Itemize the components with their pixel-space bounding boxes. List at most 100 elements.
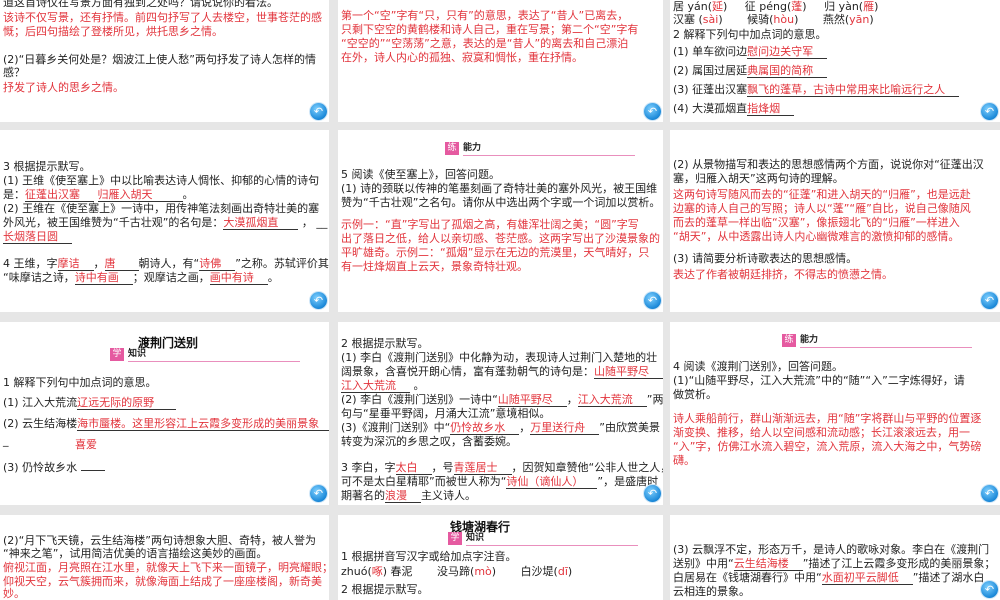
answer-text: 该诗不仅写景，还有抒情。前四句抒写了人去楼空，世事苍茫的感 xyxy=(3,11,322,24)
question-text: 2 解释下列句中加点词的意思。 xyxy=(673,28,827,41)
question-text: (1) 王维《使至塞上》中以比喻表达诗人惆怅、抑郁的心情的诗句 xyxy=(3,174,320,187)
return-button[interactable]: ↶ xyxy=(644,103,661,120)
slide-qiantanghu-vocab: 钱塘湖春行 学知识 1 根据拼音写汉字或给加点字注音。 zhuó(啄) 春泥 没… xyxy=(338,515,663,600)
vocab-item: (3) 仍怜故乡水 xyxy=(3,461,105,474)
return-button[interactable]: ↶ xyxy=(981,485,998,502)
question-text: 1 根据拼音写汉字或给加点字注音。 xyxy=(341,550,517,563)
question-text: 塞，归雁入胡天”这两句诗的理解。 xyxy=(673,172,844,185)
fill-blank-line: 可不是太白星精耶”而被世人称为“诗仙（谪仙人） ”，是盛唐时 xyxy=(341,475,659,489)
answer-text: 有一炷烽烟直上云天，景象奇特壮观。 xyxy=(341,260,528,273)
fill-blank-line: (3)《渡荆门送别》中“仍怜故乡水 ，万里送行舟 ”由欣赏美景 xyxy=(341,421,660,435)
section-header-ability: 练能力 xyxy=(445,142,635,156)
fill-blank-line: 阔景象，含喜悦开朗心情，富有蓬勃朝气的诗句是：山随平野尽 ， xyxy=(341,365,663,379)
answer-text: 平旷雄奇。示例二：“孤烟”显示在无边的荒漠里，天气晴好，只 xyxy=(341,246,650,259)
answer-text: 妙。 xyxy=(3,587,25,600)
fill-blank-line: 期著名的浪漫 主义诗人。 xyxy=(341,489,476,503)
fill-blank-line: (2) 李白《渡荆门送别》一诗中“山随平野尽 ，江入大荒流 ”两 xyxy=(341,393,663,407)
return-button[interactable]: ↶ xyxy=(981,103,998,120)
answer-text: 只剩下空空的黄鹤楼和诗人自己，重在写景；第二个“空”字有 xyxy=(341,23,639,36)
return-icon: ↶ xyxy=(647,294,658,307)
answer-text: 渐变换、推移，给人以空间感和流动感；长江滚滚远去，用一 xyxy=(673,426,970,439)
return-button[interactable]: ↶ xyxy=(310,292,327,309)
slide-reading-shizhisaishang: 练能力 5 阅读《使至塞上》，回答问题。 (1) 诗的颈联以传神的笔墨刻画了奇特… xyxy=(338,130,663,312)
answer-text: 诗人乘船前行，群山渐渐远去，用“随”字将群山与平野的位置逐 xyxy=(673,412,982,425)
answer-text: 而去的蓬草一样出临“汉塞”，像振翅北飞的“归雁”一样进入 xyxy=(673,216,960,229)
section-badge: 练 xyxy=(782,334,796,347)
slide-dujingmen-reading: 练能力 4 阅读《渡荆门送别》，回答问题。 (1)“山随平野尽，江入大荒流”中的… xyxy=(670,322,1000,505)
fill-blank-line: 白居易在《钱塘湖春行》中用“水面初平云脚低 ”描述了湖水白 xyxy=(673,571,985,585)
answer-text: “胡天”，从中透露出诗人内心幽微难言的激愤抑郁的感情。 xyxy=(673,230,960,243)
fill-blank-line: 江入大荒流 。 xyxy=(341,379,425,393)
answer-text: 礴。 xyxy=(673,454,695,467)
question-text: (3) 云飘浮不定，形态万千，是诗人的歌咏对象。李白在《渡荆门 xyxy=(673,543,990,556)
return-icon: ↶ xyxy=(313,294,324,307)
answer-text: 抒发了诗人的思乡之情。 xyxy=(3,81,124,94)
answer-text: 出了落日之低，给人以亲切感、苍茫感。这两字写出了沙漠景象的 xyxy=(341,232,660,245)
return-button[interactable]: ↶ xyxy=(644,485,661,502)
answer-text: 慨；后四句描绘了登楼所见，烘托思乡之情。 xyxy=(3,25,223,38)
question-text: 句与“星垂平野阔，月涌大江流”意境相似。 xyxy=(341,407,551,420)
return-button[interactable]: ↶ xyxy=(310,103,327,120)
fill-blank-line: 是：征蓬出汉塞 归雁入胡天。 xyxy=(3,188,194,202)
fill-blank-line: 3 李白，字太白 ，号青莲居士 ，因贺知章赞他“公非人世之人， xyxy=(341,461,663,475)
question-text: 3 根据提示默写。 xyxy=(3,160,91,173)
return-icon: ↶ xyxy=(647,487,658,500)
pinyin-row: 汉塞 (sài) 候骑(hòu) 燕然(yān) xyxy=(673,13,874,26)
question-text: 2 根据提示默写。 xyxy=(341,337,429,350)
question-text: (3) 请简要分析诗歌表达的思想感情。 xyxy=(673,252,858,265)
slide-cloud-imagery: (3) 云飘浮不定，形态万千，是诗人的歌咏对象。李白在《渡荆门 送别》中用“云生… xyxy=(670,515,1000,600)
answer-text: 边塞的诗人自己的写照；诗人以“蓬”“雁”自比，说自己像随风 xyxy=(673,202,971,215)
section-header-ability: 练能力 xyxy=(782,334,972,348)
section-header-knowledge: 学知识 xyxy=(448,532,638,546)
question-text: (2)“日暮乡关何处是？烟波江上使人愁”两句抒发了诗人怎样的情 xyxy=(3,53,316,66)
slide-shizhisaishang-analysis: (2) 从景物描写和表达的思想感情两个方面，说说你对“征蓬出汉 塞，归雁入胡天”… xyxy=(670,130,1000,312)
slide-kong-analysis: 第一个“空”字有“只，只有”的意思，表达了“昔人”已离去， 只剩下空空的黄鹤楼和… xyxy=(338,0,663,122)
return-button[interactable]: ↶ xyxy=(644,292,661,309)
fill-blank-line: 送别》中用“云生结海楼 ”描述了江上云霞多变形成的美丽景象； xyxy=(673,557,996,571)
question-text: 1 解释下列句中加点词的意思。 xyxy=(3,376,157,389)
slide-huanghelou-questions: 道这首诗仅在写景方面有独到之处吗？请说说你的看法。 该诗不仅写景，还有抒情。前四… xyxy=(0,0,329,122)
slide-recitation-wangwei: 3 根据提示默写。 (1) 王维《使至塞上》中以比喻表达诗人惆怅、抑郁的心情的诗… xyxy=(0,130,329,312)
return-icon: ↶ xyxy=(984,583,995,596)
answer-text: 这两句诗写随风而去的“征蓬”和进入胡天的“归雁”，也是远赴 xyxy=(673,188,971,201)
question-text: 2 根据提示默写。 xyxy=(341,583,429,596)
question-text: 道这首诗仅在写景方面有独到之处吗？请说说你的看法。 xyxy=(3,0,278,9)
return-icon: ↶ xyxy=(984,294,995,307)
slide-shizhisaishang-vocab: 居 yán(延) 征 péng(蓬) 归 yàn(雁) 汉塞 (sài) 候骑(… xyxy=(670,0,1000,122)
question-text: “神来之笔”，试用简洁优美的语言描绘这美妙的画面。 xyxy=(3,547,268,560)
question-text: (2) 从景物描写和表达的思想感情两个方面，说说你对“征蓬出汉 xyxy=(673,158,984,171)
question-text: (1)“山随平野尽，江入大荒流”中的“随”“入”二字炼得好，请 xyxy=(673,374,965,387)
question-text: (2) 王维在《使至塞上》一诗中，用传神笔法刻画出奇特壮美的塞 xyxy=(3,202,320,215)
vocab-item: (2) 云生结海楼海市蜃楼。这里形容江上云霞多变形成的美丽景象 xyxy=(3,417,329,431)
fill-blank-line: 外风光，被王国维赞为“千古壮观”的名句是：大漠孤烟直 ， __ xyxy=(3,216,328,230)
blank-mark: _ xyxy=(3,434,9,447)
return-icon: ↶ xyxy=(647,105,658,118)
question-text: 转变为深沉的乡思之叹，含蓄委婉。 xyxy=(341,435,517,448)
return-button[interactable]: ↶ xyxy=(981,292,998,309)
question-text: 赞为“千古壮观”之名句。请你从中选出两个字或一个词加以赏析。 xyxy=(341,196,661,209)
question-text: 5 阅读《使至塞上》，回答问题。 xyxy=(341,168,500,181)
question-text: 做赏析。 xyxy=(673,388,717,401)
answer-text: 在外，诗人内心的孤独、寂寞和惆怅，重在抒情。 xyxy=(341,51,583,64)
return-button[interactable]: ↶ xyxy=(310,485,327,502)
vocab-item: (1) 江入大荒流辽远无际的原野 xyxy=(3,396,177,410)
answer-text: “空空的”“空荡荡”之意，表达的是“昔人”的离去和自己漂泊 xyxy=(341,37,629,50)
slide-dujingmen-vocab: 渡荆门送别 学知识 1 解释下列句中加点词的意思。 (1) 江入大荒流辽远无际的… xyxy=(0,322,329,505)
fill-blank-line: “味摩诘之诗，诗中有画 ；观摩诘之画，画中有诗。 xyxy=(3,271,279,285)
section-badge: 练 xyxy=(445,142,459,155)
question-text: 4 阅读《渡荆门送别》，回答问题。 xyxy=(673,360,843,373)
slide-dujingmen-recitation: 2 根据提示默写。 (1) 李白《渡荆门送别》中化静为动，表现诗人过荆门入楚地的… xyxy=(338,322,663,505)
answer-text: 示例一：“直”字写出了孤烟之高，有雄浑壮阔之美；“圆”字写 xyxy=(341,218,639,231)
question-text: (1) 李白《渡荆门送别》中化静为动，表现诗人过荆门入楚地的壮 xyxy=(341,351,658,364)
vocab-answer: 喜爱 xyxy=(75,438,97,451)
vocab-item: (1) 单车欲问边慰问边关守军 xyxy=(673,45,828,59)
vocab-item: (4) 大漠孤烟直指烽烟 xyxy=(673,102,795,116)
question-text: (2)“月下飞天镜，云生结海楼”两句诗想象大胆、奇特，被人誉为 xyxy=(3,534,316,547)
question-text: (1) 诗的颈联以传神的笔墨刻画了奇特壮美的塞外风光，被王国维 xyxy=(341,182,658,195)
answer-text: 表达了作者被朝廷排挤，不得志的愤懑之情。 xyxy=(673,268,893,281)
question-text: 云相连的景象。 xyxy=(673,585,750,598)
vocab-item: (3) 征蓬出汉塞飘飞的蓬草，古诗中常用来比喻远行之人 xyxy=(673,83,960,97)
return-icon: ↶ xyxy=(984,105,995,118)
return-button[interactable]: ↶ xyxy=(981,581,998,598)
slide-dujingmen-imagery: (2)“月下飞天镜，云生结海楼”两句诗想象大胆、奇特，被人誉为 “神来之笔”，试… xyxy=(0,515,329,600)
